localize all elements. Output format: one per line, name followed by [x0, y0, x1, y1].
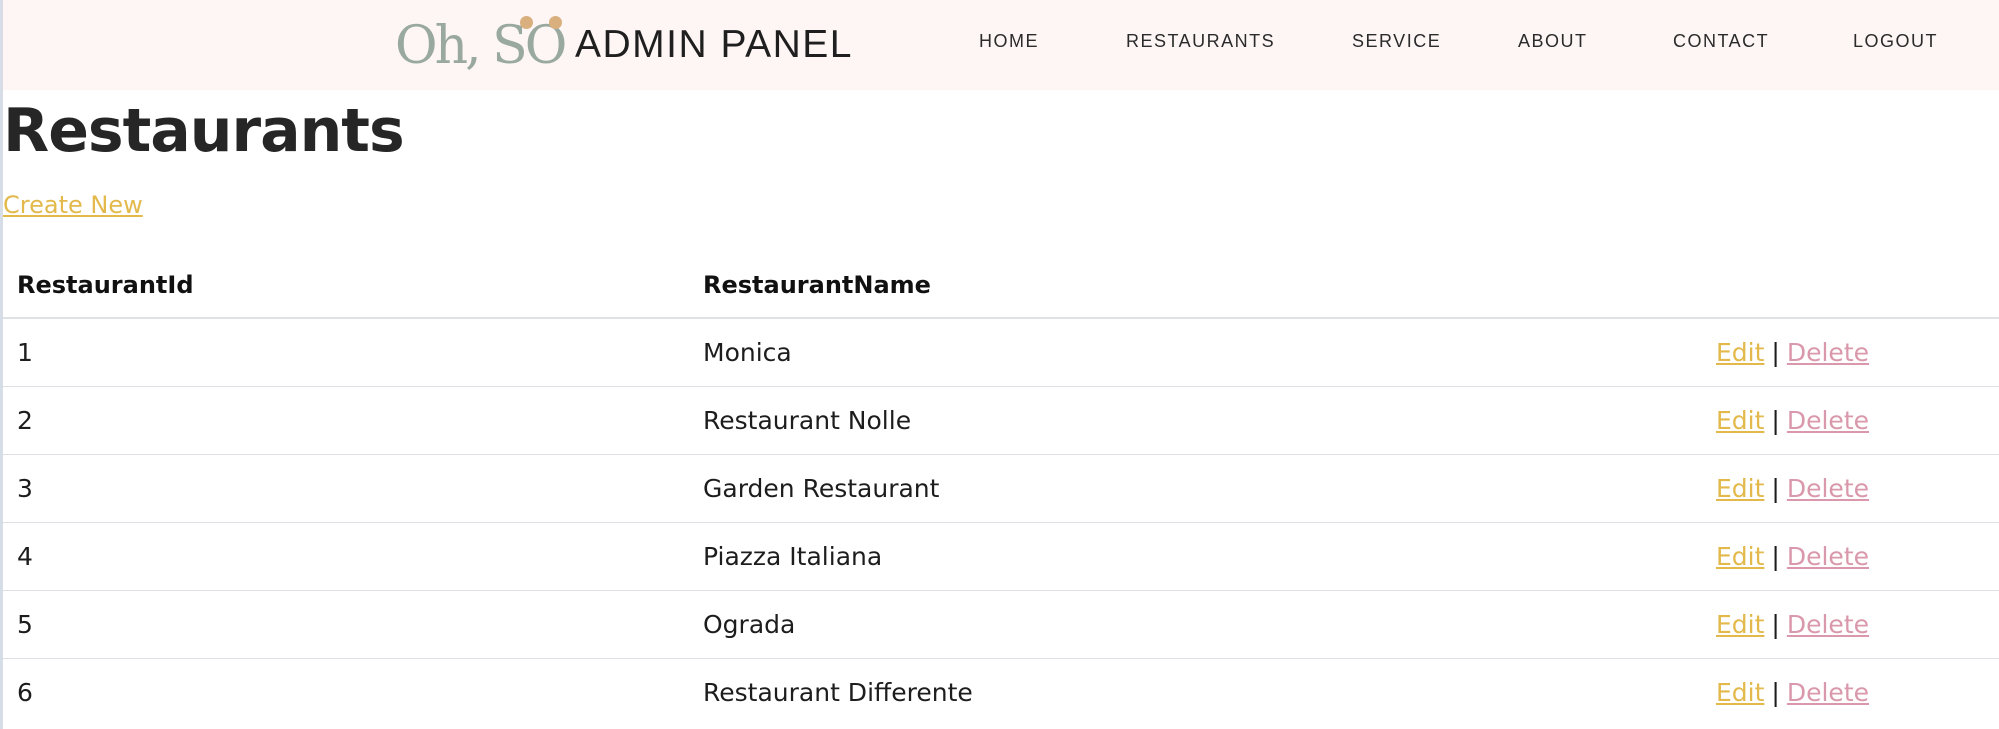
column-header-restaurant-name: RestaurantName — [703, 270, 931, 299]
table-row: 6 Restaurant Differente Edit | Delete — [3, 658, 1999, 726]
delete-link[interactable]: Delete — [1787, 678, 1869, 707]
edit-link[interactable]: Edit — [1716, 542, 1764, 571]
edit-link[interactable]: Edit — [1716, 338, 1764, 367]
action-separator: | — [1771, 541, 1780, 571]
delete-link[interactable]: Delete — [1787, 542, 1869, 571]
action-separator: | — [1771, 677, 1780, 707]
brand-title: ADMIN PANEL — [575, 23, 853, 66]
brand[interactable]: Oh, SO ADMIN PANEL — [395, 14, 853, 76]
table-header: RestaurantId RestaurantName — [3, 252, 1999, 318]
nav-logout[interactable]: LOGOUT — [1853, 31, 1938, 52]
action-separator: | — [1771, 337, 1780, 367]
cell-restaurant-id: 5 — [17, 609, 33, 639]
table-row: 5 Ograda Edit | Delete — [3, 590, 1999, 658]
navbar: Oh, SO ADMIN PANEL HOME RESTAURANTS SERV… — [3, 0, 1999, 90]
table-body: 1 Monica Edit | Delete 2 Restaurant Nolle … — [3, 318, 1999, 726]
table-row: 4 Piazza Italiana Edit | Delete — [3, 522, 1999, 590]
cell-restaurant-name: Piazza Italiana — [703, 541, 883, 571]
column-header-actions — [1716, 252, 1999, 318]
nav-about[interactable]: ABOUT — [1518, 31, 1588, 52]
cell-restaurant-name: Garden Restaurant — [703, 473, 940, 503]
cell-restaurant-name: Ograda — [703, 609, 796, 639]
edit-link[interactable]: Edit — [1716, 610, 1764, 639]
logo-text: Oh, SO — [395, 16, 567, 76]
cell-restaurant-id: 3 — [17, 473, 33, 503]
delete-link[interactable]: Delete — [1787, 406, 1869, 435]
cell-restaurant-id: 2 — [17, 405, 33, 435]
action-separator: | — [1771, 473, 1780, 503]
nav-service[interactable]: SERVICE — [1352, 31, 1441, 52]
logo-dot-left — [520, 16, 533, 29]
restaurants-table: RestaurantId RestaurantName 1 Monica Edi… — [3, 252, 1999, 726]
edit-link[interactable]: Edit — [1716, 474, 1764, 503]
cell-restaurant-id: 1 — [17, 337, 33, 367]
table-row: 1 Monica Edit | Delete — [3, 318, 1999, 386]
create-new-link[interactable]: Create New — [3, 191, 143, 219]
nav-contact[interactable]: CONTACT — [1673, 31, 1769, 52]
edit-link[interactable]: Edit — [1716, 406, 1764, 435]
cell-restaurant-name: Restaurant Nolle — [703, 405, 912, 435]
delete-link[interactable]: Delete — [1787, 474, 1869, 503]
column-header-restaurant-id: RestaurantId — [17, 270, 194, 299]
cell-restaurant-id: 4 — [17, 541, 33, 571]
edit-link[interactable]: Edit — [1716, 678, 1764, 707]
cell-actions: Edit | Delete — [1716, 590, 1999, 658]
table-row: 3 Garden Restaurant Edit | Delete — [3, 454, 1999, 522]
brand-logo[interactable]: Oh, SO — [395, 14, 567, 76]
cell-actions: Edit | Delete — [1716, 658, 1999, 726]
cell-actions: Edit | Delete — [1716, 386, 1999, 454]
action-separator: | — [1771, 405, 1780, 435]
table-header-row: RestaurantId RestaurantName — [3, 252, 1999, 318]
delete-link[interactable]: Delete — [1787, 338, 1869, 367]
cell-actions: Edit | Delete — [1716, 522, 1999, 590]
page: Oh, SO ADMIN PANEL HOME RESTAURANTS SERV… — [0, 0, 1999, 729]
nav-restaurants[interactable]: RESTAURANTS — [1126, 31, 1275, 52]
cell-restaurant-name: Restaurant Differente — [703, 677, 973, 707]
table-row: 2 Restaurant Nolle Edit | Delete — [3, 386, 1999, 454]
cell-restaurant-name: Monica — [703, 337, 792, 367]
delete-link[interactable]: Delete — [1787, 610, 1869, 639]
cell-restaurant-id: 6 — [17, 677, 33, 707]
action-separator: | — [1771, 609, 1780, 639]
logo-dot-right — [549, 16, 562, 29]
page-title: Restaurants — [3, 96, 405, 166]
cell-actions: Edit | Delete — [1716, 454, 1999, 522]
nav-home[interactable]: HOME — [979, 31, 1039, 52]
cell-actions: Edit | Delete — [1716, 318, 1999, 386]
